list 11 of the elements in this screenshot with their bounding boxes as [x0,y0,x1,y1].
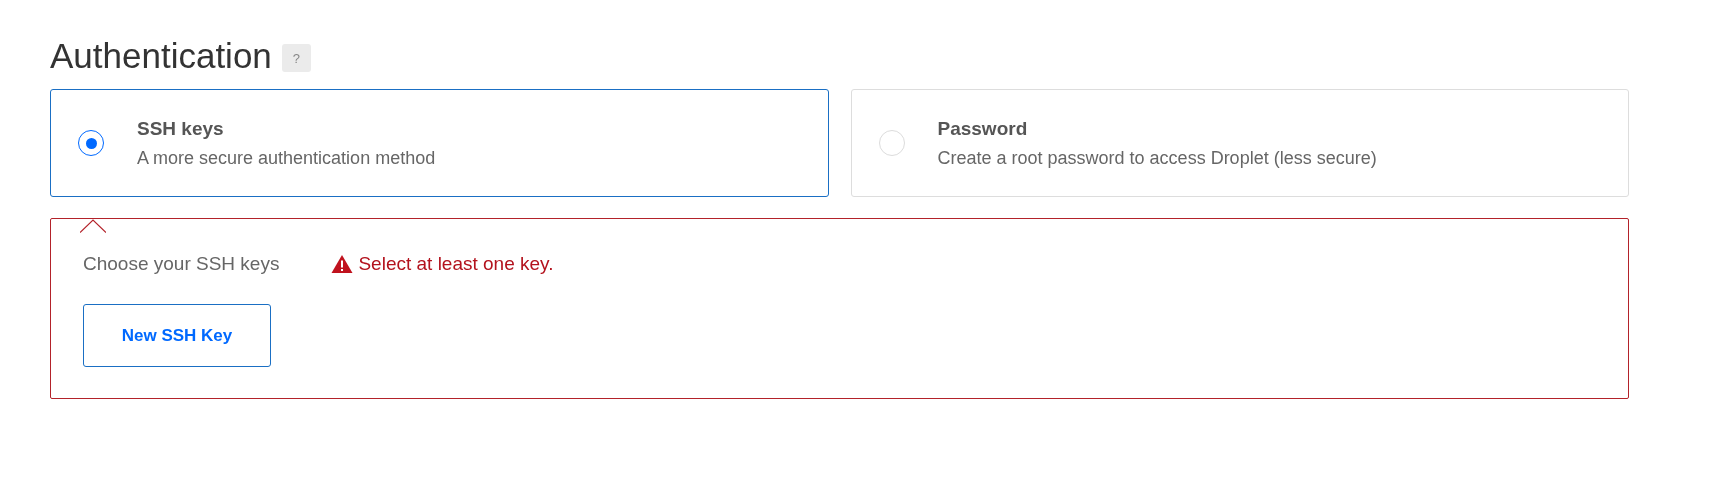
section-title: Authentication [50,35,272,77]
option-card[interactable]: SSH keys A more secure authentication method [50,89,829,197]
new-ssh-key-button[interactable]: New SSH Key [83,304,271,367]
option-title: SSH keys [137,117,225,140]
option-description: A more secure authentication method [137,147,436,169]
option-title: Password [937,117,1029,140]
error-message: Select at least one key. [358,253,554,275]
option-card[interactable]: Password Create a root password to access Droplet (less secure) [850,89,1629,197]
panel-label: Choose your SSH keys [83,253,280,275]
warning-icon [331,254,354,274]
option-description: Create a root password to access Droplet (less secure) [937,147,1377,169]
